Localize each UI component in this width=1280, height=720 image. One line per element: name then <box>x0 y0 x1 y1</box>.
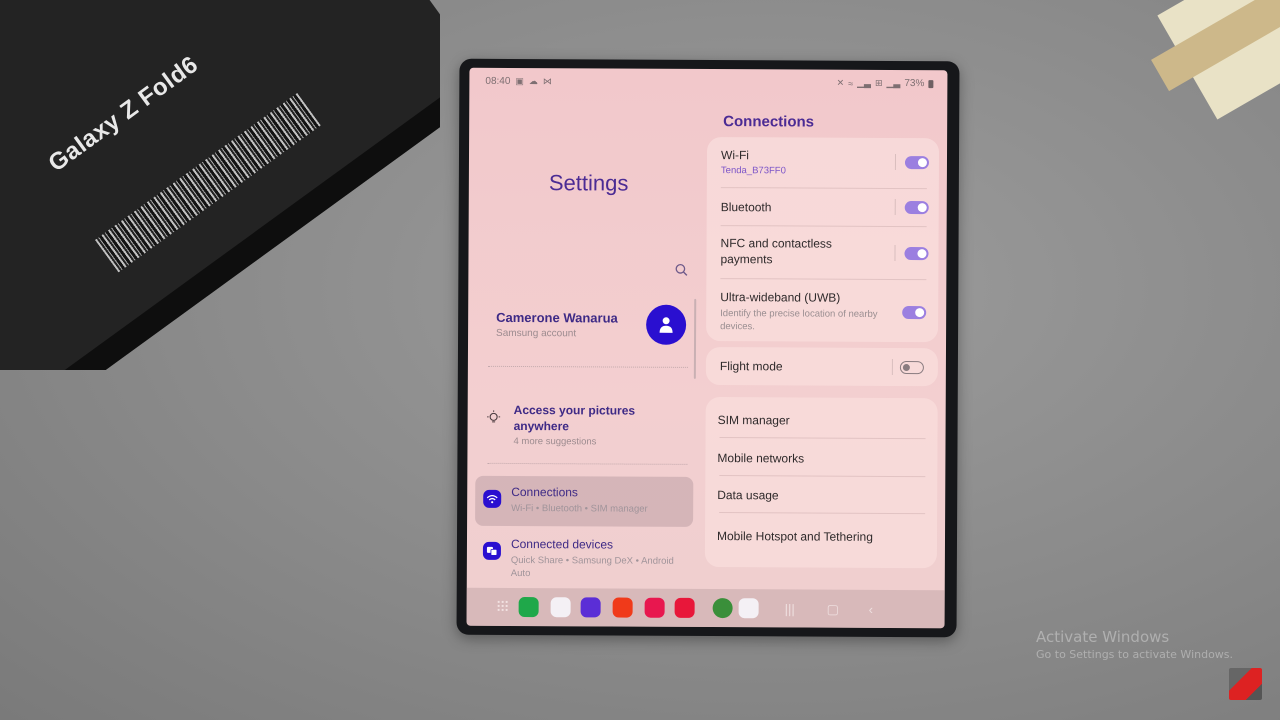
phone-screen: 08:40 ▣ ☁ ⋈ ✕ ≈ ▁▃ ⊞ ▁▃ 73% Settings Cam… <box>466 67 948 629</box>
row-title: Ultra-wideband (UWB) <box>720 290 841 305</box>
samsung-account-profile[interactable]: Camerone Wanarua Samsung account <box>488 300 698 361</box>
wifi-toggle[interactable] <box>904 156 930 170</box>
menu-item-hotspot[interactable]: Mobile Hotspot and Tethering <box>717 529 873 544</box>
messages-app-icon[interactable] <box>550 597 571 618</box>
spotify-app-icon[interactable] <box>712 598 733 619</box>
nav-item-subtitle: Quick Share • Samsung DeX • Android Auto <box>510 554 674 580</box>
divider <box>894 153 897 170</box>
profile-subtitle: Samsung account <box>496 327 577 340</box>
product-box: Galaxy Z Fold6 <box>0 0 440 370</box>
status-time: 08:40 <box>485 75 511 87</box>
menu-item-sim-manager[interactable]: SIM manager <box>718 413 790 427</box>
lightbulb-icon <box>487 410 501 423</box>
divider <box>487 462 688 465</box>
profile-name: Camerone Wanarua <box>496 309 618 326</box>
battery-icon <box>928 79 934 88</box>
uwb-row[interactable]: Ultra-wideband (UWB) Identify the precis… <box>720 289 880 334</box>
phone-device: 08:40 ▣ ☁ ⋈ ✕ ≈ ▁▃ ⊞ ▁▃ 73% Settings Cam… <box>456 58 960 638</box>
row-title: Flight mode <box>719 359 783 374</box>
menu-item-mobile-networks[interactable]: Mobile networks <box>717 451 804 465</box>
divider <box>720 187 927 190</box>
row-title: Bluetooth <box>720 200 772 215</box>
wifi-network-name: Tenda_B73FF0 <box>720 165 786 177</box>
divider <box>487 365 688 368</box>
battery-percent: 73% <box>904 78 925 90</box>
suggestion-title: Access your pictures anywhere <box>513 402 636 434</box>
nav-item-connected-devices[interactable]: Connected devices Quick Share • Samsung … <box>475 528 693 579</box>
recents-button[interactable]: ||| <box>785 601 795 616</box>
nav-item-connections[interactable]: Connections Wi-Fi • Bluetooth • SIM mana… <box>475 475 694 527</box>
wifi-icon <box>483 489 502 508</box>
flight-mode-card[interactable]: Flight mode <box>705 346 939 387</box>
nav-item-title: Connections <box>511 484 578 500</box>
person-icon <box>659 317 673 333</box>
gallery-app-icon[interactable] <box>644 597 665 618</box>
flight-mode-row[interactable]: Flight mode <box>720 358 926 375</box>
scrollbar[interactable] <box>693 298 697 379</box>
divider <box>720 225 927 228</box>
taskbar: ||| ▢ ‹ <box>466 587 945 629</box>
internet-app-icon[interactable] <box>580 597 601 618</box>
windows-watermark-subtitle: Go to Settings to activate Windows. <box>1036 648 1234 661</box>
row-description: Identify the precise location of nearby … <box>720 308 878 333</box>
divider <box>719 475 926 478</box>
gallery-icon: ▣ <box>515 75 524 87</box>
uwb-toggle[interactable] <box>902 306 927 320</box>
wooden-object <box>1151 0 1280 120</box>
divider <box>891 358 893 375</box>
divider <box>894 198 896 215</box>
nfc-row[interactable]: NFC and contactless payments <box>720 235 870 268</box>
nav-item-title: Connected devices <box>510 536 614 552</box>
wifi-row[interactable]: Wi-Fi Tenda_B73FF0 <box>721 147 927 177</box>
wifi-icon: ≈ <box>848 78 854 89</box>
camera-app-icon[interactable] <box>674 597 695 618</box>
connected-devices-icon <box>482 541 501 560</box>
home-button[interactable]: ▢ <box>827 602 839 618</box>
cloud-icon: ☁ <box>528 76 538 87</box>
row-title: NFC and contactless payments <box>720 236 832 267</box>
volte-icon: ⊞ <box>874 77 883 88</box>
divider <box>720 278 927 281</box>
nav-item-subtitle: Wi-Fi • Bluetooth • SIM manager <box>511 502 648 515</box>
apps-grid-icon[interactable] <box>496 599 509 612</box>
channel-logo <box>1229 668 1262 700</box>
toggles-card: Wi-Fi Tenda_B73FF0 Bluetooth NFC and con… <box>706 136 940 343</box>
mute-icon: ✕ <box>836 77 845 88</box>
menu-card: SIM manager Mobile networks Data usage M… <box>704 396 938 569</box>
row-title: Wi-Fi <box>720 148 750 163</box>
phone-app-icon[interactable] <box>518 597 539 618</box>
signal-icon: ▁▃ <box>857 77 872 88</box>
menu-item-data-usage[interactable]: Data usage <box>717 488 778 502</box>
section-title: Connections <box>723 113 815 131</box>
bluetooth-toggle[interactable] <box>904 201 929 215</box>
suggestion-subtitle: 4 more suggestions <box>513 435 597 448</box>
settings-list-pane: Settings Camerone Wanarua Samsung accoun… <box>467 90 710 591</box>
flight-mode-toggle[interactable] <box>899 361 924 375</box>
back-button[interactable]: ‹ <box>869 602 873 617</box>
nfc-toggle[interactable] <box>904 247 929 261</box>
play-store-app-icon[interactable] <box>738 598 759 619</box>
notes-app-icon[interactable] <box>612 597 633 618</box>
search-icon <box>675 264 688 276</box>
divider <box>894 244 896 261</box>
bluetooth-row[interactable]: Bluetooth <box>721 199 927 216</box>
page-title: Settings <box>548 170 629 196</box>
divider <box>719 437 926 440</box>
suggestion-card[interactable]: Access your pictures anywhere 4 more sug… <box>481 394 691 455</box>
connections-detail-pane: Connections Wi-Fi Tenda_B73FF0 Bluetooth <box>703 91 948 592</box>
signal-icon: ▁▃ <box>886 77 901 89</box>
search-button[interactable] <box>674 263 690 279</box>
windows-watermark-title: Activate Windows <box>1036 628 1170 646</box>
divider <box>719 512 926 515</box>
voicemail-icon: ⋈ <box>542 76 552 87</box>
avatar[interactable] <box>646 304 687 345</box>
status-bar: 08:40 ▣ ☁ ⋈ ✕ ≈ ▁▃ ⊞ ▁▃ 73% <box>469 68 947 93</box>
